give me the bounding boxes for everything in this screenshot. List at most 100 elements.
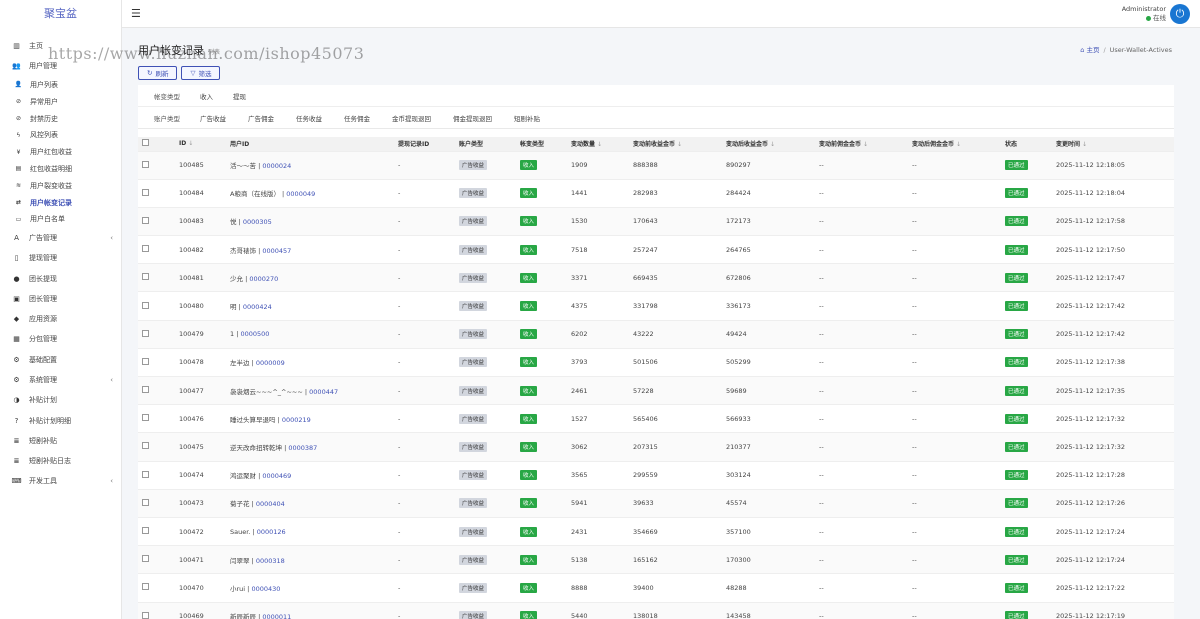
row-checkbox[interactable] [138, 460, 175, 490]
avatar[interactable]: ⏻ [1170, 4, 1190, 24]
filter-option[interactable]: 广告收益 [200, 115, 226, 123]
sidebar-item-label: 补贴计划 [29, 396, 57, 405]
col-after[interactable]: 变动后收益金币 ↓ [722, 137, 815, 151]
sidebar-item-5[interactable]: ϟ 风控列表 [0, 127, 121, 144]
user-id-link[interactable]: 0000500 [240, 330, 269, 338]
user-id-link[interactable]: 0000011 [262, 613, 291, 619]
row-checkbox[interactable] [138, 319, 175, 349]
sidebar-item-4[interactable]: ⊘ 封禁历史 [0, 110, 121, 127]
filter-option[interactable]: 金币提现退回 [392, 115, 431, 123]
table-row[interactable]: 100479 1 | 0000500- 广告收益 收入 6202 43222 49424 --… [138, 319, 1174, 349]
sidebar-item-11[interactable]: A 广告管理 ‹ [0, 228, 121, 248]
col-id[interactable]: ID ↓ [175, 137, 226, 151]
row-checkbox[interactable] [138, 150, 175, 180]
sidebar-item-12[interactable]: ▯ 提现管理 [0, 248, 121, 268]
row-checkbox[interactable] [138, 291, 175, 321]
sidebar-item-16[interactable]: ▦ 分包管理 [0, 329, 121, 349]
user-id-link[interactable]: 0000387 [288, 444, 317, 452]
row-checkbox[interactable] [138, 347, 175, 377]
user-id-link[interactable]: 0000024 [262, 162, 291, 170]
user-id-link[interactable]: 0000430 [251, 585, 280, 593]
sidebar-item-23[interactable]: ⌨ 开发工具 ‹ [0, 471, 121, 491]
user-id-link[interactable]: 0000469 [262, 472, 291, 480]
filter-button[interactable]: ▽ 筛选 [181, 66, 221, 80]
filter-option[interactable]: 提现 [233, 93, 246, 101]
sidebar-item-21[interactable]: ≣ 短剧补贴 [0, 431, 121, 451]
row-checkbox[interactable] [138, 206, 175, 236]
table-row[interactable]: 100478 左半边 | 0000009- 广告收益 收入 3793 501506 5052… [138, 347, 1174, 377]
sidebar-item-10[interactable]: ▭ 用户白名单 [0, 211, 121, 228]
sidebar-item-8[interactable]: ≋ 用户裂变收益 [0, 177, 121, 194]
row-checkbox[interactable] [138, 178, 175, 208]
col-commission-before[interactable]: 变动前佣金金币 ↓ [815, 137, 908, 151]
filter-option[interactable]: 任务佣金 [344, 115, 370, 123]
table-row[interactable]: 100475 逆天改命扭转乾坤 | 0000387- 广告收益 收入 3062 20731… [138, 432, 1174, 462]
sidebar-item-19[interactable]: ◑ 补贴计划 [0, 390, 121, 410]
table-row[interactable]: 100485 活～～苦 | 0000024- 广告收益 收入 1909 888388 890… [138, 150, 1174, 180]
sidebar-item-15[interactable]: ◆ 应用资源 [0, 309, 121, 329]
user-id-link[interactable]: 0000318 [256, 557, 285, 565]
user-id-link[interactable]: 0000049 [286, 190, 315, 198]
sidebar-item-20[interactable]: ? 补贴计划明细 [0, 410, 121, 430]
status-badge: 已通过 [1005, 582, 1028, 593]
user-id-link[interactable]: 0000009 [256, 359, 285, 367]
table-row[interactable]: 100473 菊子花 | 0000404- 广告收益 收入 5941 39633 45574… [138, 488, 1174, 518]
menu-toggle-icon[interactable]: ☰ [131, 7, 141, 20]
sidebar-item-7[interactable]: ▤ 红包收益明细 [0, 161, 121, 178]
table-row[interactable]: 100474 鸿运聚财 | 0000469- 广告收益 收入 3565 299559 303… [138, 460, 1174, 490]
sidebar-item-18[interactable]: ⚙ 系统管理 ‹ [0, 370, 121, 390]
table-row[interactable]: 100476 睡过头算早退吗 | 0000219- 广告收益 收入 1527 565406… [138, 404, 1174, 433]
table-row[interactable]: 100482 杰哥裱饰 | 0000457- 广告收益 收入 7518 257247 264… [138, 235, 1174, 264]
sidebar-item-17[interactable]: ⚙ 基础配置 [0, 350, 121, 370]
row-checkbox[interactable] [138, 488, 175, 518]
select-all-checkbox[interactable] [138, 137, 175, 151]
refresh-button[interactable]: ↻ 刷新 [138, 66, 178, 80]
filter-option[interactable]: 收入 [200, 93, 213, 101]
table-row[interactable]: 100483 悦 | 0000305- 广告收益 收入 1530 170643 172173… [138, 206, 1174, 236]
filter-option[interactable]: 广告佣金 [248, 115, 274, 123]
breadcrumb-home[interactable]: ⌂ 主页 [1080, 46, 1099, 54]
col-before[interactable]: 变动前收益金币 ↓ [629, 137, 722, 151]
table-row[interactable]: 100481 少允 | 0000270- 广告收益 收入 3371 669435 67280… [138, 263, 1174, 292]
col-commission-after[interactable]: 变动后佣金金币 ↓ [908, 137, 1001, 151]
table-row[interactable]: 100469 新辰新辰 | 0000011- 广告收益 收入 5440 138018 143… [138, 601, 1174, 619]
user-id-link[interactable]: 0000424 [243, 303, 272, 311]
sidebar-item-9[interactable]: ⇄ 用户帐变记录 [0, 194, 121, 211]
row-checkbox[interactable] [138, 404, 175, 433]
sidebar-item-14[interactable]: ▣ 团长管理 [0, 289, 121, 309]
row-checkbox[interactable] [138, 375, 175, 405]
filter-option[interactable]: 短剧补贴 [514, 115, 540, 123]
table-row[interactable]: 100484 A粮商（在线版） | 0000049- 广告收益 收入 1441 28298… [138, 178, 1174, 208]
table-row[interactable]: 100472 Sauer. | 0000126- 广告收益 收入 2431 354669 3… [138, 516, 1174, 546]
sidebar-item-6[interactable]: ¥ 用户红包收益 [0, 144, 121, 161]
user-id-link[interactable]: 0000457 [262, 247, 291, 255]
change-type-badge: 收入 [520, 357, 538, 368]
table-row[interactable]: 100470 小rui | 0000430- 广告收益 收入 8888 39400 4828… [138, 573, 1174, 602]
row-checkbox[interactable] [138, 432, 175, 462]
row-checkbox[interactable] [138, 516, 175, 546]
table-row[interactable]: 100471 闫翠翠 | 0000318- 广告收益 收入 5138 165162 1703… [138, 545, 1174, 574]
col-time[interactable]: 变更时间 ↓ [1052, 137, 1174, 151]
user-id-link[interactable]: 0000219 [282, 416, 311, 424]
sidebar-item-3[interactable]: ⊘ 异常用户 [0, 93, 121, 110]
col-amount[interactable]: 变动数量 ↓ [567, 137, 629, 151]
user-id-link[interactable]: 0000270 [249, 275, 278, 283]
brand-logo[interactable]: 聚宝盆 [0, 0, 121, 28]
sidebar-item-2[interactable]: 👤 用户列表 [0, 77, 121, 94]
user-id-link[interactable]: 0000126 [257, 528, 286, 536]
row-checkbox[interactable] [138, 573, 175, 602]
row-checkbox[interactable] [138, 235, 175, 264]
row-checkbox[interactable] [138, 545, 175, 574]
sidebar-item-13[interactable]: ● 团长提现 [0, 268, 121, 288]
table-row[interactable]: 100480 明 | 0000424- 广告收益 收入 4375 331798 336173… [138, 291, 1174, 321]
row-checkbox[interactable] [138, 601, 175, 619]
user-id-link[interactable]: 0000447 [309, 388, 338, 396]
user-menu[interactable]: Administrator 在线 [1122, 5, 1166, 23]
filter-option[interactable]: 任务收益 [296, 115, 322, 123]
user-id-link[interactable]: 0000305 [243, 218, 272, 226]
table-row[interactable]: 100477 袅袅烟云~~~^_^~~~ | 0000447- 广告收益 收入 2461… [138, 375, 1174, 405]
user-id-link[interactable]: 0000404 [256, 500, 285, 508]
sidebar-item-22[interactable]: ≣ 短剧补贴日志 [0, 451, 121, 471]
row-checkbox[interactable] [138, 263, 175, 292]
filter-option[interactable]: 佣金提现退回 [453, 115, 492, 123]
